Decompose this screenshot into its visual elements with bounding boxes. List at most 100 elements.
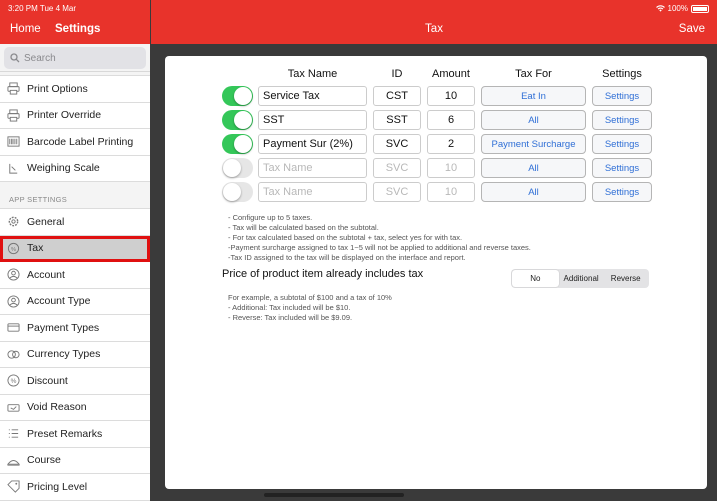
settings-title: Settings: [55, 23, 101, 35]
tax-amount-input[interactable]: 2: [427, 134, 475, 154]
example-line: - Reverse: Tax included will be $9.09.: [228, 313, 353, 322]
tax-for-button[interactable]: All: [481, 110, 586, 130]
wifi-icon: [655, 5, 665, 12]
search-bar: Search: [0, 44, 150, 72]
tax-id-input[interactable]: CST: [373, 86, 421, 106]
segment-additional[interactable]: Additional: [559, 270, 604, 287]
sidebar-item-pricing-level[interactable]: Pricing Level: [0, 474, 150, 501]
tax-for-button[interactable]: All: [481, 158, 586, 178]
sidebar-item-general[interactable]: General: [0, 209, 150, 236]
toggle-knob: [234, 111, 252, 129]
header-settings: Settings: [602, 68, 642, 80]
sidebar-item-void-reason[interactable]: Void Reason: [0, 394, 150, 421]
example-line: For example, a subtotal of $100 and a ta…: [228, 293, 392, 302]
main-panel: 100% Tax Save Tax Name ID Amount Tax For…: [151, 0, 717, 501]
sidebar-item-label: Void Reason: [27, 401, 87, 414]
tax-id-input[interactable]: SVC: [373, 158, 421, 178]
home-button[interactable]: Home: [10, 23, 41, 35]
tax-amount-input[interactable]: 10: [427, 158, 475, 178]
sidebar-item-label: Payment Types: [27, 321, 100, 334]
sidebar-item-payment-types[interactable]: Payment Types: [0, 315, 150, 342]
sidebar-header: 3:20 PM Tue 4 Mar Home Settings: [0, 0, 150, 44]
tax-amount-input[interactable]: 6: [427, 110, 475, 130]
tax-amount-input[interactable]: 10: [427, 86, 475, 106]
toggle-knob: [223, 183, 241, 201]
table-row: Tax Name SVC 10 All Settings: [165, 158, 707, 178]
tax-settings-button[interactable]: Settings: [592, 182, 652, 202]
tax-settings-button[interactable]: Settings: [592, 158, 652, 178]
sidebar-item-course[interactable]: Course: [0, 447, 150, 474]
note-line: -Tax ID assigned to the tax will be disp…: [228, 253, 466, 262]
sidebar-item-label: General: [27, 215, 65, 228]
table-row: Service Tax CST 10 Eat In Settings: [165, 86, 707, 106]
tax-settings-button[interactable]: Settings: [592, 86, 652, 106]
tax-name-input[interactable]: Tax Name: [258, 158, 367, 178]
table-row: Payment Sur (2%) SVC 2 Payment Surcharge Set…: [165, 134, 707, 154]
search-placeholder: Search: [24, 52, 56, 64]
header-id: ID: [391, 68, 403, 80]
sidebar-item-preset-remarks[interactable]: Preset Remarks: [0, 421, 150, 448]
percent-icon: %: [6, 374, 20, 388]
save-button[interactable]: Save: [679, 23, 705, 35]
tax-enabled-toggle[interactable]: [222, 110, 253, 130]
tax-name-input[interactable]: Tax Name: [258, 182, 367, 202]
tax-name-input[interactable]: SST: [258, 110, 367, 130]
tax-enabled-toggle[interactable]: [222, 182, 253, 202]
sidebar-item-account-type[interactable]: Account Type: [0, 288, 150, 315]
tax-amount-input[interactable]: 10: [427, 182, 475, 202]
svg-text:%: %: [10, 378, 16, 385]
tax-for-button[interactable]: Payment Surcharge: [481, 134, 586, 154]
tax-name-input[interactable]: Payment Sur (2%): [258, 134, 367, 154]
note-line: -Payment surcharge assigned to tax 1~5 w…: [228, 243, 531, 252]
segment-no[interactable]: No: [512, 270, 559, 287]
battery-icon: [691, 4, 709, 13]
tax-id-input[interactable]: SST: [373, 110, 421, 130]
printer-icon: [6, 82, 20, 96]
sidebar-item-currency-types[interactable]: Currency Types: [0, 341, 150, 368]
tax-for-button[interactable]: Eat In: [481, 86, 586, 106]
tax-id-input[interactable]: SVC: [373, 182, 421, 202]
tax-name-input[interactable]: Service Tax: [258, 86, 367, 106]
note-line: - Tax will be calculated based on the su…: [228, 223, 379, 232]
note-line: - Configure up to 5 taxes.: [228, 213, 313, 222]
price-includes-title: Price of product item already includes t…: [222, 268, 424, 280]
section-label-app-settings: APP SETTINGS: [0, 182, 150, 209]
sidebar-item-print-options[interactable]: Print Options: [0, 76, 150, 103]
sidebar-item-label: Print Options: [27, 82, 88, 95]
tax-id-input[interactable]: SVC: [373, 134, 421, 154]
tag-icon: [6, 480, 20, 494]
toggle-knob: [234, 87, 252, 105]
tax-settings-card: Tax Name ID Amount Tax For Settings Serv…: [165, 56, 707, 489]
sidebar-item-label: Barcode Label Printing: [27, 135, 134, 148]
sidebar-item-barcode-label-printing[interactable]: Barcode Label Printing: [0, 129, 150, 156]
table-row: Tax Name SVC 10 All Settings: [165, 182, 707, 202]
main-header: 100% Tax Save: [151, 0, 717, 44]
sidebar-item-label: Tax: [27, 242, 44, 255]
search-icon: [10, 53, 20, 63]
notes: - Configure up to 5 taxes. - Tax will be …: [228, 213, 531, 263]
sidebar-item-tax[interactable]: % Tax: [0, 235, 150, 262]
tax-enabled-toggle[interactable]: [222, 158, 253, 178]
sidebar-item-discount[interactable]: % Discount: [0, 368, 150, 395]
gear-icon: [6, 215, 20, 229]
segment-reverse[interactable]: Reverse: [603, 270, 648, 287]
svg-text:%: %: [11, 247, 16, 253]
sidebar-item-label: Account Type: [27, 295, 91, 308]
tax-settings-button[interactable]: Settings: [592, 110, 652, 130]
header-tax-for: Tax For: [515, 68, 552, 80]
user-icon: [6, 294, 20, 308]
tax-enabled-toggle[interactable]: [222, 134, 253, 154]
user-icon: [6, 268, 20, 282]
battery-percent: 100%: [667, 4, 688, 13]
sidebar-item-weighing-scale[interactable]: Weighing Scale: [0, 155, 150, 182]
sidebar-item-label: Account: [27, 268, 65, 281]
tax-for-button[interactable]: All: [481, 182, 586, 202]
sidebar-item-printer-override[interactable]: Printer Override: [0, 102, 150, 129]
tax-settings-button[interactable]: Settings: [592, 134, 652, 154]
tax-enabled-toggle[interactable]: [222, 86, 253, 106]
sidebar-item-account[interactable]: Account: [0, 262, 150, 289]
sidebar-item-label: Discount: [27, 374, 68, 387]
list-icon: [6, 427, 20, 441]
search-input[interactable]: Search: [4, 47, 146, 69]
note-line: - For tax calculated based on the subtot…: [228, 233, 463, 242]
